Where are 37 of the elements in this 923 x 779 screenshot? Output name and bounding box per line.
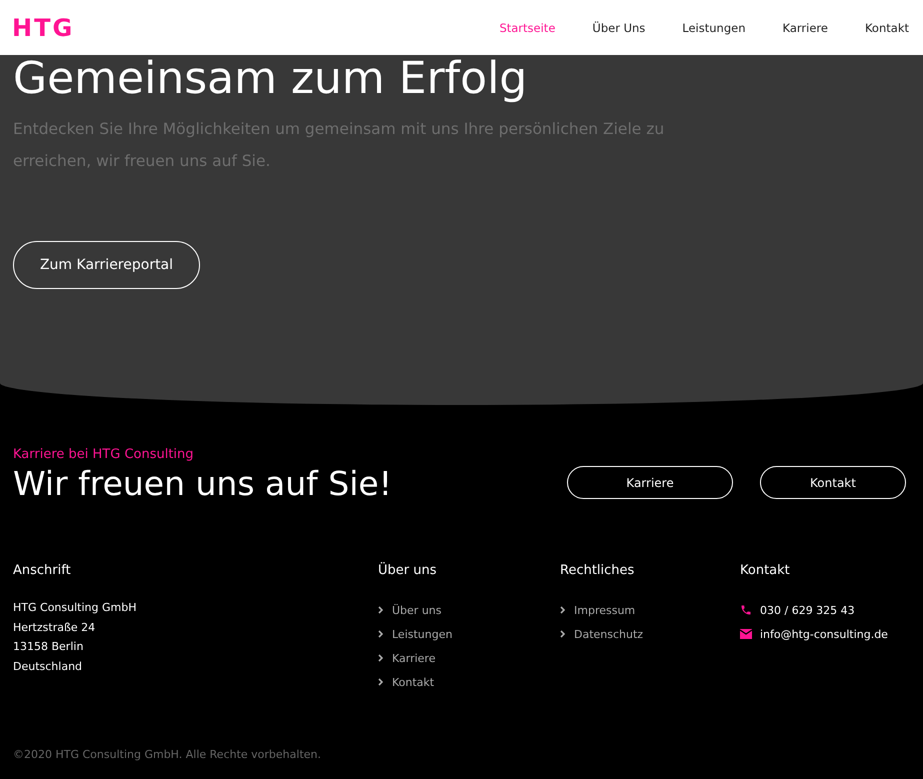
address-line: 13158 Berlin: [13, 639, 84, 655]
address-line: HTG Consulting GmbH: [13, 600, 138, 616]
career-portal-button[interactable]: Zum Karriereportal: [13, 241, 200, 289]
chevron-icon: [378, 654, 384, 662]
footer-link[interactable]: Über uns: [392, 604, 442, 616]
column-title: Rechtliches: [560, 563, 636, 578]
cta-kicker: Karriere bei HTG Consulting: [13, 447, 195, 462]
nav-link[interactable]: Karriere: [782, 20, 828, 34]
address-line: Hertzstraße 24: [13, 620, 96, 636]
cta-button[interactable]: Kontakt: [760, 466, 906, 499]
chevron-icon: [378, 630, 384, 638]
footer-link[interactable]: Kontakt: [392, 676, 434, 688]
column-title: Kontakt: [740, 563, 791, 578]
chevron-icon: [560, 630, 566, 638]
nav-link[interactable]: Startseite: [499, 20, 556, 34]
contact-link[interactable]: 030 / 629 325 43: [760, 604, 855, 616]
cta-button[interactable]: Karriere: [567, 466, 733, 499]
logo[interactable]: HTG: [12, 14, 74, 42]
hero-title: Gemeinsam zum Erfolg: [13, 55, 528, 101]
column-title: Anschrift: [13, 563, 72, 578]
nav-link[interactable]: Über Uns: [592, 20, 646, 34]
copyright: ©2020 HTG Consulting GmbH. Alle Rechte vorbehalten.: [12, 747, 322, 761]
nav-link[interactable]: Kontakt: [864, 20, 909, 34]
cta-title: Wir freuen uns auf Sie!: [13, 464, 392, 503]
footer-link[interactable]: Karriere: [392, 652, 436, 664]
footer-link[interactable]: Leistungen: [392, 628, 452, 640]
contact-link[interactable]: info@htg-consulting.de: [760, 628, 888, 640]
nav-link[interactable]: Leistungen: [682, 20, 746, 34]
chevron-icon: [378, 606, 384, 614]
footer-link[interactable]: Datenschutz: [574, 628, 644, 640]
chevron-icon: [378, 678, 384, 686]
envelope-icon: [740, 629, 752, 639]
chevron-icon: [560, 606, 566, 614]
footer-link[interactable]: Impressum: [574, 604, 636, 616]
column-title: Über uns: [378, 563, 438, 578]
phone-icon: [740, 604, 752, 616]
address-line: Deutschland: [13, 658, 84, 674]
